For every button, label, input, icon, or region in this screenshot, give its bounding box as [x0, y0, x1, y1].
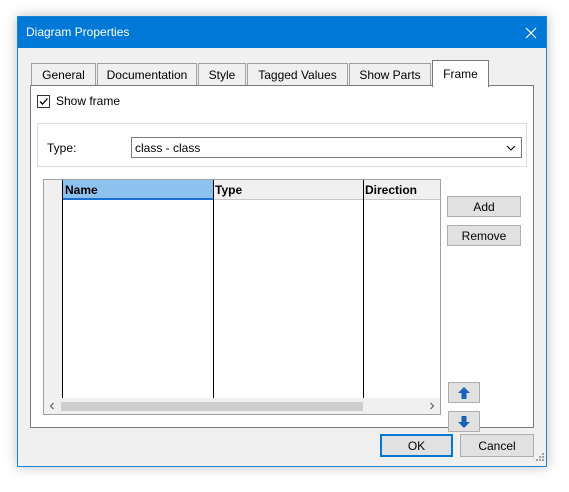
ok-button-label: OK [407, 438, 426, 453]
tab-general[interactable]: General [31, 63, 96, 85]
ok-button[interactable]: OK [380, 434, 453, 457]
tab-tagged-values[interactable]: Tagged Values [247, 63, 348, 85]
scrollbar-thumb[interactable] [61, 402, 363, 411]
cancel-button-label: Cancel [478, 438, 516, 453]
title-bar[interactable]: Diagram Properties [18, 17, 546, 48]
scroll-left-icon[interactable] [44, 398, 60, 414]
arrow-down-icon [458, 415, 470, 428]
tab-label: Frame [443, 67, 478, 81]
column-header-label: Type [215, 183, 243, 197]
column-header-type[interactable]: Type [213, 180, 363, 200]
column-divider [363, 180, 364, 398]
tab-label: Tagged Values [258, 67, 337, 82]
cancel-button[interactable]: Cancel [460, 434, 534, 457]
chevron-down-icon[interactable] [506, 142, 516, 156]
type-label: Type: [47, 141, 77, 155]
remove-button[interactable]: Remove [447, 225, 521, 246]
close-icon[interactable] [516, 17, 546, 48]
move-up-button[interactable] [448, 382, 480, 403]
type-select-value: class - class [135, 141, 201, 155]
scroll-right-icon[interactable] [424, 398, 440, 414]
tab-label: Show Parts [359, 67, 421, 82]
frame-tab-panel: Show frame Type: class - class Name Type… [30, 85, 534, 432]
diagram-properties-dialog: Diagram Properties General Documentation… [17, 16, 547, 467]
show-frame-label: Show frame [56, 94, 121, 108]
tab-label: General [42, 67, 85, 82]
column-header-label: Direction [365, 183, 418, 197]
tab-label: Style [208, 67, 236, 82]
tab-style[interactable]: Style [198, 63, 246, 85]
add-button[interactable]: Add [447, 196, 521, 217]
remove-button-label: Remove [461, 228, 507, 243]
show-frame-checkbox[interactable]: Show frame [37, 94, 120, 108]
column-header-direction[interactable]: Direction [363, 180, 440, 200]
tab-frame[interactable]: Frame [432, 60, 489, 87]
arrow-up-icon [458, 386, 470, 399]
frame-parameters-grid[interactable]: Name Type Direction [43, 179, 441, 415]
type-group: Type: class - class [37, 123, 527, 167]
column-header-label: Name [65, 183, 98, 197]
add-button-label: Add [473, 199, 495, 214]
column-header-name[interactable]: Name [63, 180, 213, 200]
checkbox-box[interactable] [37, 94, 50, 108]
check-mark-icon [39, 97, 48, 105]
type-select[interactable]: class - class [131, 137, 522, 158]
tab-show-parts[interactable]: Show Parts [349, 63, 431, 85]
resize-grip-icon[interactable] [534, 450, 544, 464]
row-header [44, 180, 63, 398]
horizontal-scrollbar[interactable] [44, 398, 440, 414]
tab-documentation[interactable]: Documentation [97, 63, 197, 85]
column-divider [213, 180, 214, 398]
tab-label: Documentation [106, 67, 188, 82]
move-down-button[interactable] [448, 411, 480, 432]
dialog-title: Diagram Properties [26, 25, 130, 39]
